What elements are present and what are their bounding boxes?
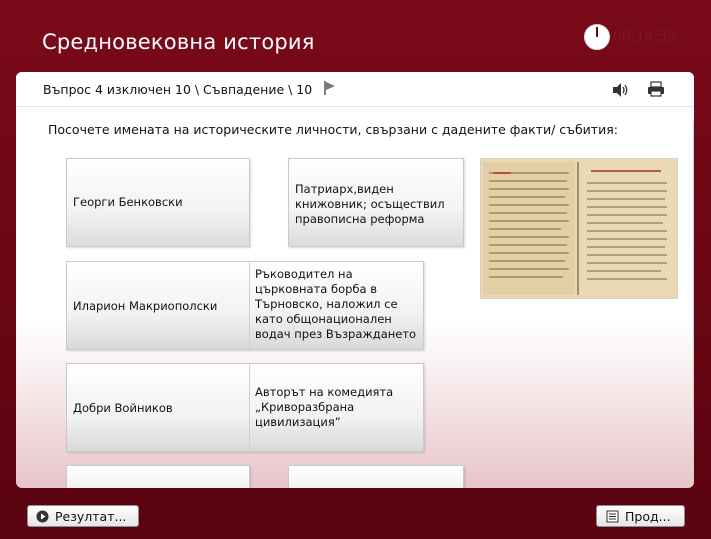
name-label: Георги Бенковски [73,195,183,209]
app-title: Средновековна история [42,30,315,54]
speaker-icon[interactable] [612,82,630,98]
pair-divider [249,262,250,349]
next-button[interactable]: Прод... [596,505,685,527]
manuscript-image [480,158,678,299]
result-button[interactable]: Резултат... [27,505,139,527]
fact-label: Патриарх,виден книжовник; осъществил пра… [295,182,445,226]
print-icon[interactable] [647,81,665,97]
list-icon [606,510,619,522]
fact-card-partial[interactable] [288,465,464,488]
play-icon [36,510,49,522]
flag-icon[interactable] [323,80,337,96]
stopwatch-icon [584,24,610,50]
instruction-text: Посочете имената на историческите личнос… [48,122,618,137]
pair-divider [249,364,250,451]
timer: 00:14:35 [584,24,676,50]
question-panel: Въпрос 4 изключен 10 \ Съвпадение \ 10 П… [16,72,694,488]
name-card-partial[interactable] [66,465,250,488]
fact-label: Авторът на комедията „Криворазбрана циви… [255,385,394,429]
name-card-benkovski[interactable]: Георги Бенковски [66,158,250,247]
name-label: Иларион Макриополски [73,298,218,313]
fact-label: Ръководител на църковната борба в Търнов… [255,267,417,341]
timer-text: 00:14:35 [613,29,676,45]
question-label: Въпрос 4 изключен 10 \ Съвпадение \ 10 [43,82,313,97]
question-header: Въпрос 4 изключен 10 \ Съвпадение \ 10 [16,72,694,107]
vertical-scrollbar[interactable] [693,118,694,484]
fact-card-patriarch[interactable]: Патриарх,виден книжовник; осъществил пра… [288,158,464,247]
name-label: Добри Войников [73,400,173,415]
result-button-label: Резултат... [55,508,127,524]
next-button-label: Прод... [625,508,671,524]
matched-pair-makriopolski[interactable]: Иларион Макриополски Ръководител на църк… [66,261,424,350]
matched-pair-voynikov[interactable]: Добри Войников Авторът на комедията „Кри… [66,363,424,452]
